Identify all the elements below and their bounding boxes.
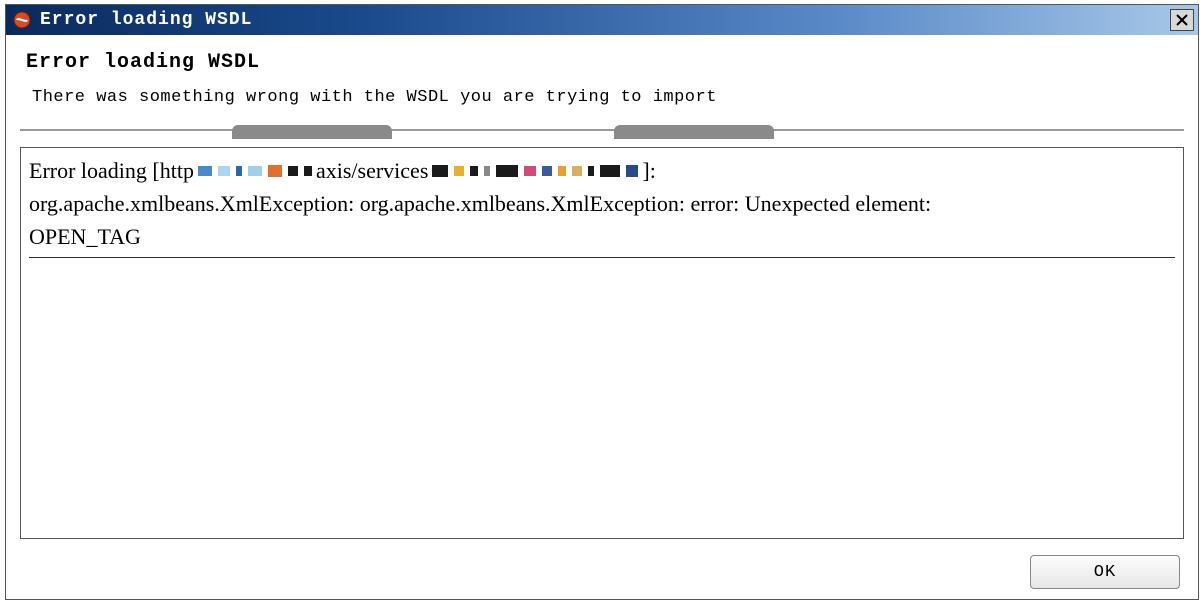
titlebar-title: Error loading WSDL	[40, 10, 1170, 30]
dialog-header-description: There was something wrong with the WSDL …	[26, 88, 1178, 107]
redacted-segment	[198, 162, 312, 180]
content-area: Error loading [http axis/services	[6, 141, 1198, 545]
error-text-post-url: ]:	[642, 154, 655, 187]
error-dialog: Error loading WSDL Error loading WSDL Th…	[5, 4, 1199, 600]
tab-stub	[232, 125, 392, 139]
redacted-segment	[432, 162, 638, 180]
error-text-mid-url: axis/services	[316, 154, 428, 187]
close-button[interactable]	[1170, 9, 1194, 31]
dialog-header: Error loading WSDL There was something w…	[6, 35, 1198, 125]
tab-stub	[614, 125, 774, 139]
error-line-1: Error loading [http axis/services	[29, 154, 1175, 187]
error-underline	[29, 257, 1175, 258]
error-text-pre-url: Error loading [http	[29, 154, 194, 187]
titlebar: Error loading WSDL	[6, 5, 1198, 35]
button-row: OK	[6, 545, 1198, 599]
ok-button[interactable]: OK	[1030, 555, 1180, 589]
error-line-3: OPEN_TAG	[29, 220, 1175, 253]
dialog-header-title: Error loading WSDL	[26, 51, 1178, 74]
error-line-2: org.apache.xmlbeans.XmlException: org.ap…	[29, 187, 1175, 220]
app-icon	[12, 10, 32, 30]
error-text-panel[interactable]: Error loading [http axis/services	[20, 147, 1184, 539]
header-divider	[6, 125, 1198, 141]
close-icon	[1176, 14, 1188, 26]
